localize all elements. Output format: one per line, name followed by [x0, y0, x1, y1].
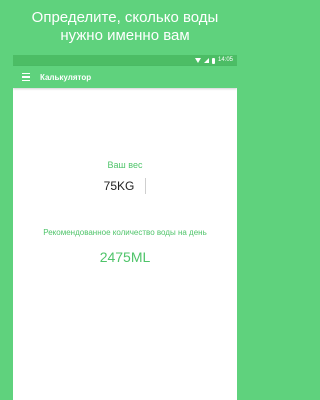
signal-icon — [203, 58, 209, 63]
battery-icon — [211, 57, 215, 64]
promo-line-2: нужно именно вам — [60, 27, 190, 44]
app-bar: Калькулятор — [13, 66, 237, 88]
status-bar: 14:05 — [13, 55, 237, 66]
weight-input[interactable]: 75KG — [104, 178, 146, 194]
menu-icon[interactable] — [22, 66, 36, 88]
recommended-label: Рекомендованное количество воды на день — [43, 228, 207, 237]
promo-header: Определите, сколько воды нужно именно ва… — [0, 9, 250, 45]
wifi-icon — [194, 58, 201, 63]
recommended-value: 2475ML — [99, 249, 151, 265]
weight-value: 75KG — [103, 179, 135, 193]
weight-label: Ваш вес — [107, 160, 143, 170]
app-bar-title: Калькулятор — [40, 72, 92, 82]
device-screen: 14:05 Калькулятор Ваш вес 75KG Рекомендо… — [13, 55, 237, 400]
status-icons: 14:05 — [194, 56, 233, 65]
promo-line-1: Определите, сколько воды — [31, 9, 219, 26]
status-time: 14:05 — [217, 57, 233, 63]
